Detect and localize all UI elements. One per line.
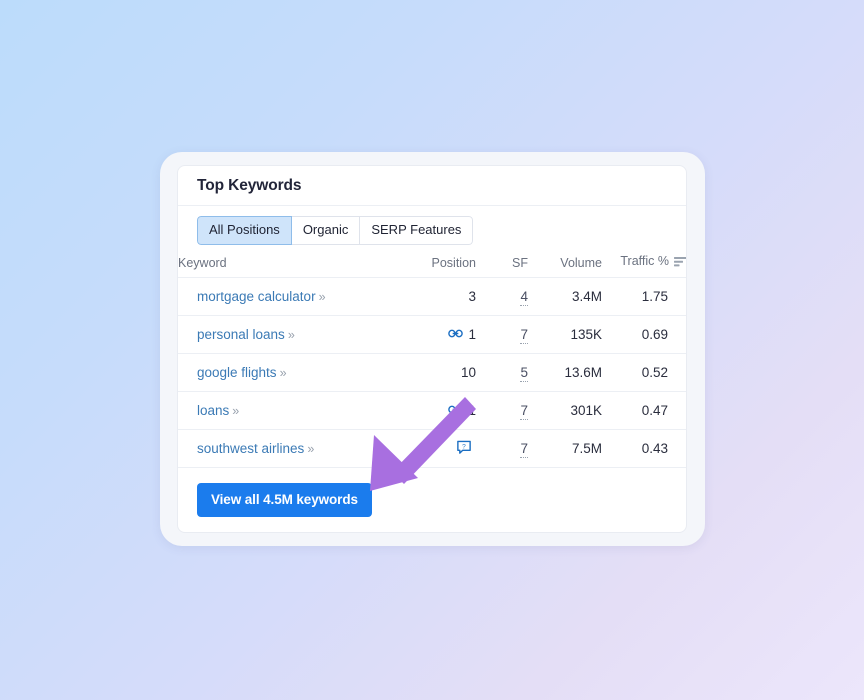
table-row: mortgage calculator» 3 4 3.4M 1.75 — [178, 278, 687, 316]
table-body: mortgage calculator» 3 4 3.4M 1.75 perso… — [178, 278, 687, 468]
position-value-group: 1 — [448, 326, 476, 344]
keywords-table: Keyword Position SF Volume Traffic % mor… — [178, 254, 687, 468]
cell-keyword: loans» — [178, 392, 388, 430]
double-chevron-right-icon[interactable]: » — [319, 290, 325, 304]
cell-sf: 7 — [476, 392, 528, 430]
cell-position: 3 — [388, 278, 476, 316]
position-value: 1 — [468, 327, 476, 342]
cell-traffic: 0.43 — [602, 430, 687, 468]
sitelinks-chain-icon[interactable] — [448, 402, 463, 420]
cell-traffic: 0.47 — [602, 392, 687, 430]
sf-value[interactable]: 5 — [520, 365, 528, 382]
table-header: Keyword Position SF Volume Traffic % — [178, 254, 687, 278]
tab-bar: All Positions Organic SERP Features — [178, 206, 686, 254]
column-header-sf[interactable]: SF — [476, 254, 528, 278]
view-all-keywords-button[interactable]: View all 4.5M keywords — [197, 483, 372, 517]
svg-text:?: ? — [462, 443, 466, 450]
cell-sf: 7 — [476, 316, 528, 354]
cell-volume: 7.5M — [528, 430, 602, 468]
cell-sf: 4 — [476, 278, 528, 316]
cell-position: 10 — [388, 354, 476, 392]
table-row: loans» 1 7 301K 0.47 — [178, 392, 687, 430]
double-chevron-right-icon[interactable]: » — [288, 328, 294, 342]
position-value: 1 — [468, 403, 476, 418]
cell-keyword: southwest airlines» — [178, 430, 388, 468]
sf-value[interactable]: 7 — [520, 403, 528, 420]
cell-position: 1 — [388, 316, 476, 354]
table-row: personal loans» 1 7 135K 0.69 — [178, 316, 687, 354]
position-value-group: ? — [457, 440, 476, 457]
cell-keyword: personal loans» — [178, 316, 388, 354]
cell-position: 1 — [388, 392, 476, 430]
keyword-link[interactable]: personal loans — [197, 327, 285, 342]
cell-keyword: google flights» — [178, 354, 388, 392]
column-header-traffic[interactable]: Traffic % — [602, 254, 687, 278]
cell-volume: 301K — [528, 392, 602, 430]
cell-sf: 7 — [476, 430, 528, 468]
tab-serp-features[interactable]: SERP Features — [360, 216, 473, 245]
sf-value[interactable]: 7 — [520, 327, 528, 344]
column-header-keyword[interactable]: Keyword — [178, 254, 388, 278]
sort-descending-icon[interactable] — [674, 256, 687, 270]
cell-position: ? — [388, 430, 476, 468]
card-footer: View all 4.5M keywords — [178, 468, 686, 532]
keyword-link[interactable]: southwest airlines — [197, 441, 304, 456]
position-value-group: 10 — [461, 365, 476, 380]
double-chevron-right-icon[interactable]: » — [280, 366, 286, 380]
cell-keyword: mortgage calculator» — [178, 278, 388, 316]
sf-value[interactable]: 7 — [520, 441, 528, 458]
tab-all-positions[interactable]: All Positions — [197, 216, 292, 245]
column-header-traffic-label: Traffic % — [620, 254, 669, 268]
position-value: 10 — [461, 365, 476, 380]
position-value-group: 3 — [468, 289, 476, 304]
top-keywords-card: Top Keywords All Positions Organic SERP … — [177, 165, 687, 533]
keyword-link[interactable]: mortgage calculator — [197, 289, 316, 304]
column-header-volume[interactable]: Volume — [528, 254, 602, 278]
cell-volume: 3.4M — [528, 278, 602, 316]
double-chevron-right-icon[interactable]: » — [307, 442, 313, 456]
tab-group: All Positions Organic SERP Features — [197, 216, 473, 245]
table-header-row: Keyword Position SF Volume Traffic % — [178, 254, 687, 278]
cell-volume: 13.6M — [528, 354, 602, 392]
position-value: 3 — [468, 289, 476, 304]
tab-organic[interactable]: Organic — [292, 216, 361, 245]
cell-volume: 135K — [528, 316, 602, 354]
table-row: google flights» 10 5 13.6M 0.52 — [178, 354, 687, 392]
card-header: Top Keywords — [178, 166, 686, 206]
cell-traffic: 0.69 — [602, 316, 687, 354]
cell-traffic: 0.52 — [602, 354, 687, 392]
faq-speech-bubble-icon[interactable]: ? — [457, 440, 471, 457]
cell-traffic: 1.75 — [602, 278, 687, 316]
keyword-link[interactable]: loans — [197, 403, 229, 418]
page-root: { "card": { "title": "Top Keywords", "ta… — [0, 0, 864, 700]
keyword-link[interactable]: google flights — [197, 365, 277, 380]
position-value-group: 1 — [448, 402, 476, 420]
cell-sf: 5 — [476, 354, 528, 392]
double-chevron-right-icon[interactable]: » — [232, 404, 238, 418]
table-row: southwest airlines» ? 7 7.5M 0.43 — [178, 430, 687, 468]
page-title: Top Keywords — [197, 177, 301, 195]
sf-value[interactable]: 4 — [520, 289, 528, 306]
sitelinks-chain-icon[interactable] — [448, 326, 463, 344]
column-header-position[interactable]: Position — [388, 254, 476, 278]
